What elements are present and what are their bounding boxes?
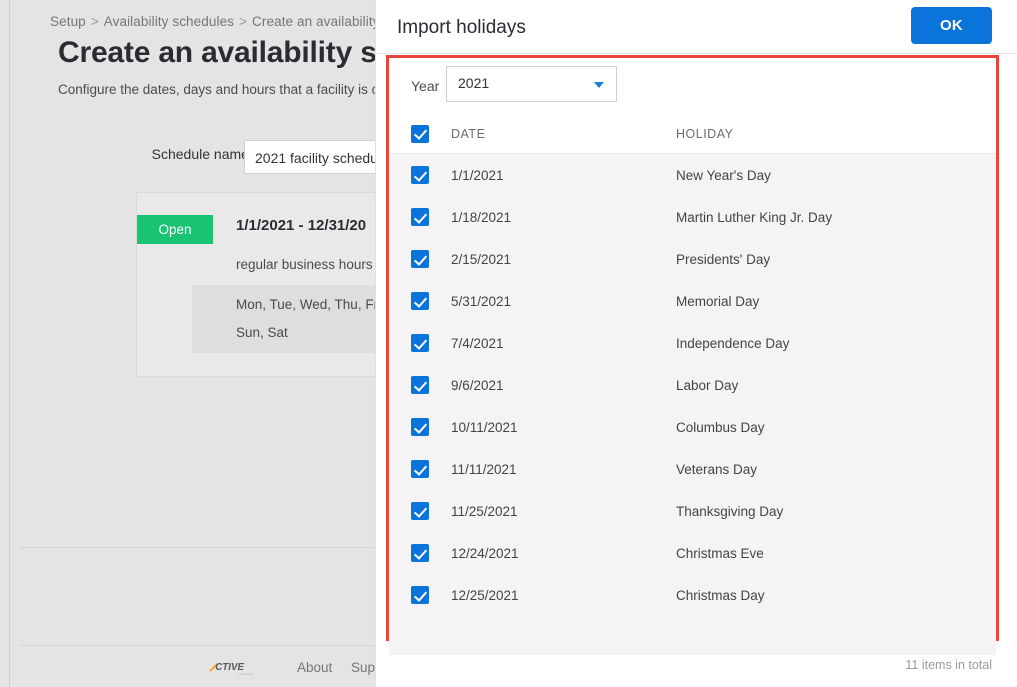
row-checkbox[interactable]	[411, 460, 429, 478]
row-checkbox[interactable]	[411, 376, 429, 394]
cell-holiday: Presidents' Day	[676, 251, 771, 267]
holidays-table: DATE HOLIDAY 1/1/2021 New Year's Day 1/18/…	[389, 114, 996, 655]
import-holidays-modal: Import holidays OK Year 2021 DATE HOLIDA…	[375, 0, 1017, 687]
row-checkbox[interactable]	[411, 208, 429, 226]
table-row[interactable]: 12/24/2021 Christmas Eve	[389, 532, 996, 574]
status-badge: Open	[137, 215, 213, 244]
cell-date: 1/1/2021	[451, 167, 504, 183]
column-header-date: DATE	[451, 126, 486, 141]
row-checkbox[interactable]	[411, 544, 429, 562]
table-row[interactable]: 2/15/2021 Presidents' Day	[389, 238, 996, 280]
cell-date: 2/15/2021	[451, 251, 512, 267]
year-filter-row: Year 2021	[389, 58, 996, 114]
table-row[interactable]: 12/25/2021 Christmas Day	[389, 574, 996, 616]
year-select[interactable]: 2021	[446, 66, 617, 102]
cell-date: 11/25/2021	[451, 503, 518, 519]
row-checkbox[interactable]	[411, 502, 429, 520]
table-header-row: DATE HOLIDAY	[389, 114, 996, 154]
svg-text:network: network	[239, 672, 253, 676]
highlight-region: Year 2021 DATE HOLIDAY 1/1/2021 New Year'…	[386, 55, 999, 655]
schedule-note: regular business hours	[236, 257, 373, 272]
breadcrumb-separator: >	[239, 14, 248, 29]
column-header-holiday: HOLIDAY	[676, 126, 734, 141]
cell-holiday: Veterans Day	[676, 461, 758, 477]
schedule-date-range: 1/1/2021 - 12/31/20	[236, 217, 367, 234]
footer-link-about[interactable]: About	[297, 660, 332, 675]
svg-text:CTIVE: CTIVE	[215, 662, 244, 673]
cell-holiday: Memorial Day	[676, 293, 760, 309]
page-subtitle: Configure the dates, days and hours that…	[58, 82, 413, 97]
table-row[interactable]: 9/6/2021 Labor Day	[389, 364, 996, 406]
items-total-label: 11 items in total	[905, 658, 992, 672]
modal-title: Import holidays	[397, 17, 526, 38]
cell-date: 10/11/2021	[451, 419, 518, 435]
chevron-down-icon	[594, 82, 604, 88]
breadcrumb-separator: >	[90, 14, 99, 29]
cell-date: 1/18/2021	[451, 209, 512, 225]
schedule-name-label: Schedule name*	[152, 146, 254, 162]
table-row[interactable]: 7/4/2021 Independence Day	[389, 322, 996, 364]
schedule-name-label-text: Schedule name	[151, 146, 249, 162]
table-row[interactable]: 5/31/2021 Memorial Day	[389, 280, 996, 322]
screen-root: Setup > Availability schedules > Create an a…	[0, 0, 1017, 687]
cell-holiday: New Year's Day	[676, 167, 771, 183]
breadcrumb-item-setup[interactable]: Setup	[50, 14, 86, 29]
row-checkbox[interactable]	[411, 334, 429, 352]
cell-date: 12/24/2021	[451, 545, 519, 561]
row-checkbox[interactable]	[411, 586, 429, 604]
cell-holiday: Independence Day	[676, 335, 790, 351]
schedule-days-weekend: Sun, Sat	[236, 325, 288, 340]
row-checkbox[interactable]	[411, 250, 429, 268]
cell-date: 9/6/2021	[451, 377, 504, 393]
select-all-checkbox[interactable]	[411, 124, 429, 143]
cell-holiday: Labor Day	[676, 377, 739, 393]
row-checkbox[interactable]	[411, 418, 429, 436]
table-row[interactable]: 11/25/2021 Thanksgiving Day	[389, 490, 996, 532]
cell-date: 7/4/2021	[451, 335, 504, 351]
cell-holiday: Christmas Day	[676, 587, 765, 603]
cell-date: 5/31/2021	[451, 293, 512, 309]
cell-holiday: Thanksgiving Day	[676, 503, 784, 519]
holidays-table-body: 1/1/2021 New Year's Day 1/18/2021 Martin Lu…	[389, 154, 996, 655]
cell-date: 12/25/2021	[451, 587, 519, 603]
schedule-days-weekday: Mon, Tue, Wed, Thu, Fri	[236, 297, 382, 312]
breadcrumb-item-availability-schedules[interactable]: Availability schedules	[104, 14, 234, 29]
cell-holiday: Christmas Eve	[676, 545, 764, 561]
table-row[interactable]: 10/11/2021 Columbus Day	[389, 406, 996, 448]
breadcrumb-item-current: Create an availability s	[252, 14, 391, 29]
table-row[interactable]: 11/11/2021 Veterans Day	[389, 448, 996, 490]
row-checkbox[interactable]	[411, 292, 429, 310]
year-select-value: 2021	[458, 75, 490, 91]
table-row[interactable]: 1/1/2021 New Year's Day	[389, 154, 996, 196]
year-label: Year	[411, 78, 440, 94]
page-title: Create an availability s	[58, 36, 377, 69]
active-network-logo: CTIVE network	[209, 659, 271, 677]
cell-date: 11/11/2021	[451, 461, 517, 477]
cell-holiday: Columbus Day	[676, 419, 765, 435]
breadcrumb: Setup > Availability schedules > Create an a…	[50, 14, 390, 29]
modal-header: Import holidays OK	[376, 0, 1017, 54]
cell-holiday: Martin Luther King Jr. Day	[676, 209, 833, 225]
row-checkbox[interactable]	[411, 166, 429, 184]
ok-button[interactable]: OK	[911, 7, 992, 44]
table-row[interactable]: 1/18/2021 Martin Luther King Jr. Day	[389, 196, 996, 238]
